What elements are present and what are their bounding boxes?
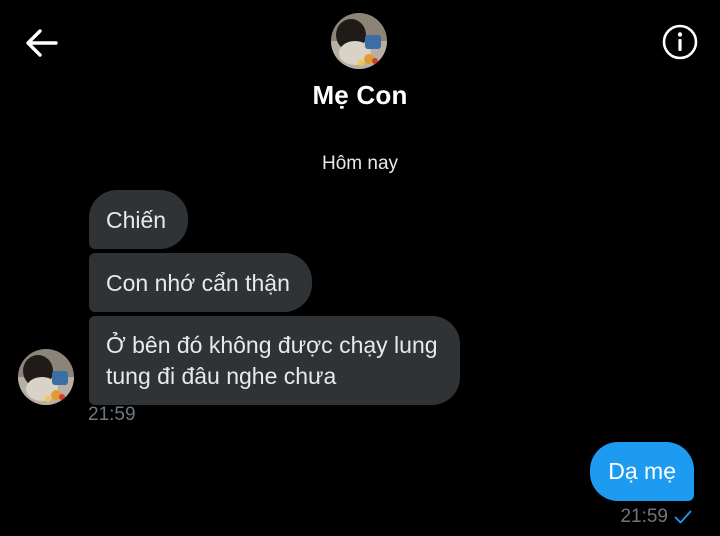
back-button[interactable] bbox=[22, 26, 62, 60]
message-text: Dạ mẹ bbox=[608, 458, 676, 484]
outgoing-message-bubble[interactable]: Dạ mẹ bbox=[590, 442, 694, 501]
outgoing-timestamp: 21:59 bbox=[620, 506, 668, 527]
message-text-line: Ở bên đó không được chạy lung bbox=[106, 332, 438, 358]
message-text: Con nhớ cẩn thận bbox=[106, 270, 290, 296]
message-text: Chiến bbox=[106, 207, 167, 233]
contact-avatar[interactable] bbox=[331, 13, 387, 69]
avatar-photo bbox=[18, 349, 74, 405]
message-text-line: tung đi đâu nghe chưa bbox=[106, 363, 337, 389]
date-separator: Hôm nay bbox=[321, 153, 399, 174]
arrow-left-icon bbox=[26, 29, 58, 57]
contact-name[interactable]: Mẹ Con bbox=[0, 80, 720, 111]
sender-avatar[interactable] bbox=[18, 349, 74, 405]
info-button[interactable] bbox=[660, 22, 700, 62]
avatar-photo bbox=[331, 13, 387, 69]
incoming-message-bubble[interactable]: Ở bên đó không được chạy lung tung đi đâ… bbox=[89, 316, 460, 405]
outgoing-meta: 21:59 bbox=[620, 506, 692, 528]
incoming-message-bubble[interactable]: Con nhớ cẩn thận bbox=[89, 253, 312, 312]
sent-check-icon bbox=[674, 510, 692, 524]
incoming-message-bubble[interactable]: Chiến bbox=[89, 190, 189, 249]
incoming-timestamp: 21:59 bbox=[88, 404, 136, 425]
info-circle-icon bbox=[662, 24, 698, 60]
